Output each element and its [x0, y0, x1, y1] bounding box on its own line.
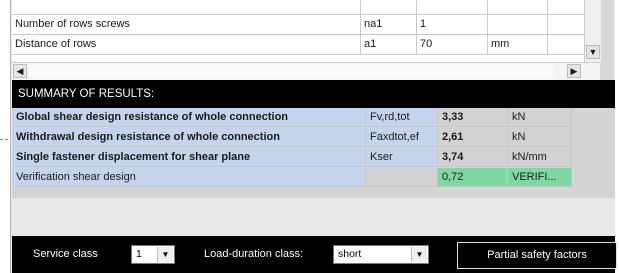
result-unit: kN — [508, 108, 572, 127]
summary-header: SUMMARY OF RESULTS: — [12, 80, 615, 108]
vertical-scrollbar[interactable]: ▼ — [584, 0, 601, 62]
param-value-cell[interactable]: 1 — [417, 14, 488, 34]
horizontal-scrollbar[interactable]: ◀ ▶ — [12, 62, 600, 81]
load-duration-value: short — [338, 248, 362, 260]
load-duration-select[interactable]: short ▼ — [333, 245, 429, 264]
result-value: 3,74 — [438, 148, 508, 167]
result-name: Single fastener displacement for shear p… — [12, 148, 366, 167]
table-row: Global shear design resistance of whole … — [12, 108, 572, 128]
partial-safety-factors-button[interactable]: Partial safety factors — [457, 242, 617, 269]
input-grid-area: Number of rows screws na1 1 Distance of … — [12, 0, 614, 81]
result-unit: kN/mm — [508, 148, 572, 167]
result-name: Withdrawal design resistance of whole co… — [12, 128, 366, 147]
param-unit — [488, 14, 548, 34]
result-symbol: Fv,rd,tot — [366, 108, 438, 127]
result-name: Global shear design resistance of whole … — [12, 108, 366, 127]
param-value-cell[interactable]: 70 — [417, 34, 488, 54]
result-symbol: Faxdtot,ef — [366, 128, 438, 147]
table-row[interactable]: Number of rows screws na1 1 — [12, 14, 584, 35]
table-row-partial — [12, 0, 584, 15]
param-unit: mm — [488, 34, 548, 54]
bottom-toolbar: Service class 1 ▼ Load-duration class: s… — [12, 236, 617, 273]
table-row: Single fastener displacement for shear p… — [12, 148, 572, 168]
param-symbol: na1 — [361, 14, 417, 34]
param-symbol: a1 — [361, 34, 417, 54]
service-class-label: Service class — [33, 248, 98, 260]
horizontal-scroll-thumb[interactable] — [29, 65, 554, 77]
result-symbol — [366, 168, 438, 187]
result-value: 2,61 — [438, 128, 508, 147]
param-name: Number of rows screws — [12, 14, 361, 34]
chevron-down-icon[interactable]: ▼ — [157, 247, 173, 262]
verification-ratio: 0,72 — [438, 168, 508, 187]
result-name: Verification shear design — [12, 168, 366, 187]
table-row[interactable]: Distance of rows a1 70 mm — [12, 34, 584, 55]
chevron-down-icon[interactable]: ▼ — [411, 247, 427, 262]
param-name: Distance of rows — [12, 34, 361, 54]
calculation-panel: Number of rows screws na1 1 Distance of … — [10, 0, 617, 273]
input-grid: Number of rows screws na1 1 Distance of … — [12, 0, 584, 62]
results-table: Global shear design resistance of whole … — [12, 108, 615, 198]
verification-status: VERIFI... — [508, 168, 572, 187]
scroll-left-arrow-icon[interactable]: ◀ — [13, 64, 27, 78]
load-duration-label: Load-duration class: — [204, 248, 304, 260]
table-row: Withdrawal design resistance of whole co… — [12, 128, 572, 148]
service-class-select[interactable]: 1 ▼ — [131, 245, 175, 264]
result-unit: kN — [508, 128, 572, 147]
service-class-value: 1 — [136, 248, 142, 260]
result-symbol: Kser — [366, 148, 438, 167]
scroll-down-arrow-icon[interactable]: ▼ — [586, 45, 600, 59]
table-row: Verification shear design 0,72 VERIFI... — [12, 168, 572, 188]
scroll-right-arrow-icon[interactable]: ▶ — [567, 64, 581, 78]
result-value: 3,33 — [438, 108, 508, 127]
